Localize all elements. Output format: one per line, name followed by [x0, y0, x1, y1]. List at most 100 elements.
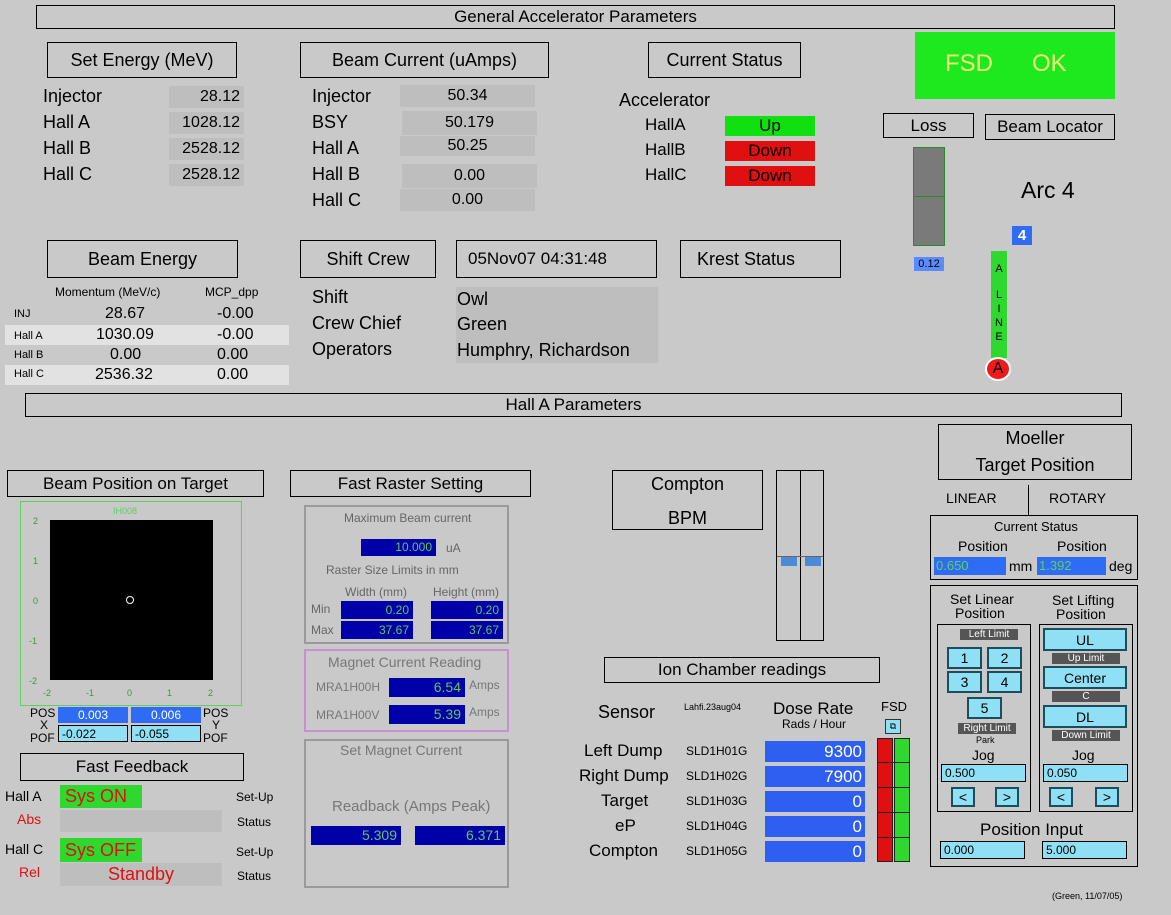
hall-status-badge: Up	[725, 116, 815, 136]
linear-pos-5-button[interactable]: 5	[967, 697, 1002, 719]
ul-button[interactable]: UL	[1043, 628, 1127, 651]
set-energy-label: Injector	[43, 86, 103, 106]
bpm-title: BPM	[667, 508, 707, 528]
arc-number-badge: 4	[1012, 226, 1032, 245]
lifting-jog-left-button[interactable]: <	[1049, 787, 1073, 807]
ion-row-name: Target	[601, 791, 649, 810]
moeller-title-2: Target Position	[975, 455, 1095, 475]
pof-x-input[interactable]: -0.022	[58, 725, 128, 742]
linear-unit: mm	[1009, 558, 1033, 574]
beam-current-value: 50.25	[400, 136, 535, 156]
ion-fsd-header: FSD	[881, 699, 907, 714]
gauge-marker-y	[805, 557, 821, 566]
ion-row-name: Compton	[589, 841, 658, 860]
min-label: Min	[311, 602, 331, 616]
c-limit-label: C	[1052, 691, 1120, 702]
ff-status-value: Standby	[60, 863, 222, 886]
right-limit-label: Right Limit	[958, 723, 1016, 734]
table-row: Hall B 0.00 0.00	[5, 345, 289, 365]
row-label: Hall B	[14, 349, 44, 361]
moeller-current-status: Current Status Position Position 0.650 m…	[930, 515, 1138, 580]
linear-jog-left-button[interactable]: <	[951, 787, 975, 807]
lifting-jog-input[interactable]: 0.050	[1043, 764, 1128, 782]
linear-position-input[interactable]: 0.000	[940, 841, 1025, 859]
linear-pos-3-button[interactable]: 3	[947, 671, 982, 693]
set-magnet-group: Set Magnet Current Readback (Amps Peak) …	[304, 739, 509, 888]
y-tick: 2	[33, 516, 39, 526]
beam-energy-title: Beam Energy	[47, 240, 238, 278]
linear-jog-input[interactable]: 0.500	[941, 764, 1026, 782]
shift-label: Shift	[312, 287, 349, 307]
ff-setup-label[interactable]: Set-Up	[236, 845, 273, 859]
ion-row-dose: 9300	[765, 741, 865, 762]
linear-pos-4-button[interactable]: 4	[987, 671, 1022, 693]
operators-value: Humphry, Richardson	[457, 340, 630, 360]
ff-sys-button[interactable]: Sys OFF	[60, 838, 142, 862]
linear-pos-2-button[interactable]: 2	[987, 647, 1022, 669]
amps-unit: Amps	[469, 678, 500, 692]
a-line-letter: L	[995, 289, 1003, 301]
fsd-status-indicator: FSD OK	[915, 32, 1115, 99]
beam-spot-marker	[126, 596, 134, 604]
set-energy-value: 28.12	[169, 86, 244, 108]
dose-rate-unit: Rads / Hour	[782, 717, 847, 731]
a-line-letter: E	[995, 331, 1003, 343]
max-width-value: 37.67	[341, 621, 413, 639]
set-energy-label: Hall B	[43, 138, 92, 158]
ff-hall-label: Hall A	[5, 788, 42, 804]
fsd-bar-divider	[877, 837, 910, 838]
readback-value-2: 6.371	[415, 826, 505, 845]
loss-title: Loss	[883, 113, 974, 138]
ion-row-id: SLD1H01G	[686, 744, 748, 758]
table-row: Hall A 1030.09 -0.00	[5, 325, 289, 345]
dl-button[interactable]: DL	[1043, 705, 1127, 728]
momentum-value: 0.00	[110, 346, 142, 363]
dpp-value: 0.00	[217, 346, 249, 363]
set-energy-label: Hall C	[43, 164, 93, 184]
lifting-jog-right-button[interactable]: >	[1095, 787, 1119, 807]
ion-row-dose: 7900	[765, 766, 865, 787]
y-tick: 0	[33, 596, 39, 606]
x-tick: -1	[86, 688, 95, 698]
linear-jog-right-button[interactable]: >	[995, 787, 1019, 807]
beam-current-label: BSY	[312, 112, 349, 132]
ff-setup-label[interactable]: Set-Up	[236, 790, 273, 804]
plot-canvas	[50, 520, 213, 680]
momentum-value: 28.67	[105, 305, 146, 322]
beam-current-value: 0.00	[400, 189, 535, 211]
ff-sys-button[interactable]: Sys ON	[60, 785, 142, 808]
ion-row-id: SLD1H04G	[686, 819, 748, 833]
lifting-position-input[interactable]: 5.000	[1042, 841, 1127, 859]
fast-feedback-title: Fast Feedback	[20, 753, 244, 781]
linear-pos-1-button[interactable]: 1	[947, 647, 982, 669]
beam-current-value: 50.34	[400, 85, 535, 107]
ion-row-dose: 0	[765, 791, 865, 812]
gauge-marker-x	[781, 557, 797, 566]
compton-title: Compton	[650, 474, 725, 494]
row-label: Hall C	[14, 368, 44, 380]
fsd-popup-icon[interactable]: ⧉	[885, 719, 901, 734]
loss-meter-marker	[914, 196, 944, 197]
fsd-bar-divider	[877, 762, 910, 763]
dpp-value: 0.00	[217, 366, 249, 383]
a-line-marker-circle: A	[985, 357, 1011, 381]
fsd-value: OK	[1032, 50, 1067, 77]
ion-row-name: Right Dump	[579, 766, 669, 785]
x-tick: 1	[167, 688, 173, 698]
arc-label: Arc 4	[1021, 177, 1075, 203]
crew-chief-value: Green	[457, 314, 508, 334]
park-label: Park	[976, 735, 995, 745]
beam-current-label: Injector	[312, 86, 372, 106]
fsd-bar-divider	[877, 812, 910, 813]
beam-current-label: Hall B	[312, 164, 361, 184]
hall-status-label: HallB	[645, 140, 686, 159]
ion-row-name: Left Dump	[584, 741, 663, 760]
lifting-position-group: UL Up Limit Center C DL Down Limit Jog 0…	[1039, 624, 1133, 812]
pof-label: POF	[30, 731, 55, 745]
pof-y-input[interactable]: -0.055	[131, 725, 201, 742]
row-label: Hall A	[14, 330, 43, 342]
center-button[interactable]: Center	[1043, 666, 1127, 689]
max-label: Max	[311, 623, 334, 637]
dpp-value: -0.00	[217, 305, 254, 322]
x-tick: -2	[43, 688, 52, 698]
